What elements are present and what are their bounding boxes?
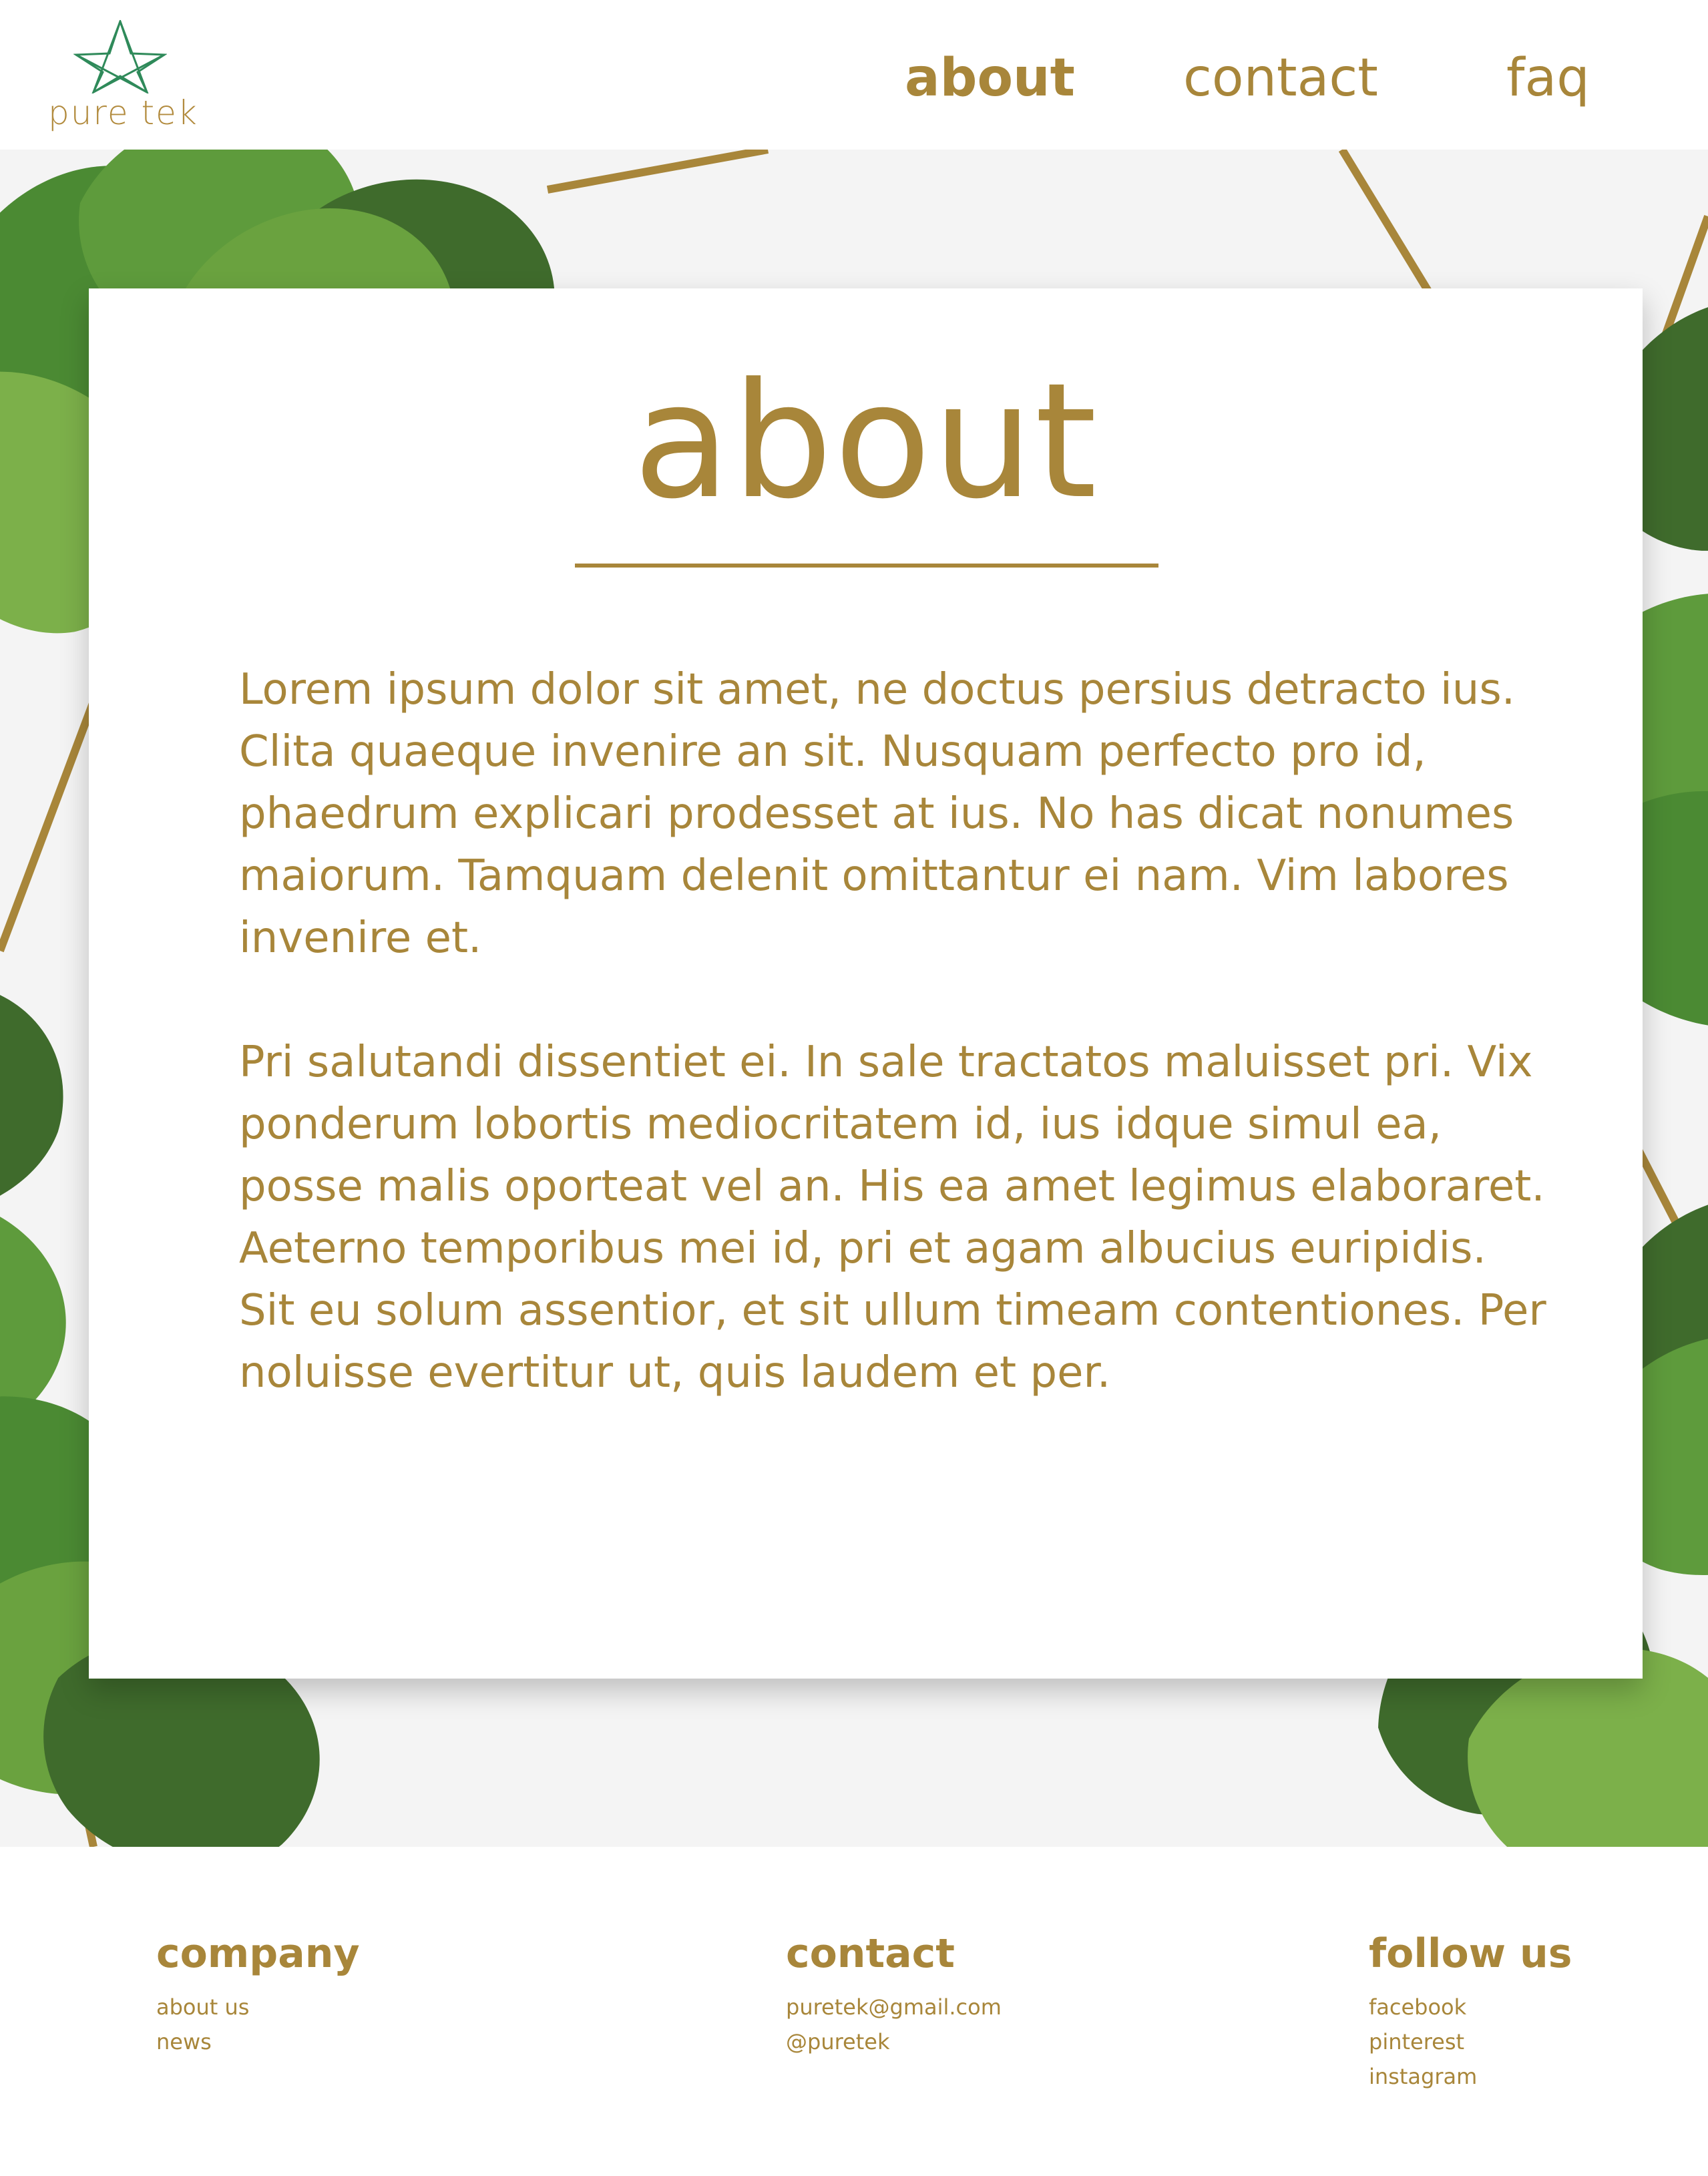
site-header: pure tek about contact faq bbox=[0, 0, 1708, 150]
footer-contact: contact puretek@gmail.com @puretek bbox=[786, 1927, 1002, 2059]
nav-link-contact[interactable]: contact bbox=[1183, 41, 1378, 115]
site-footer: company about us news contact puretek@gm… bbox=[0, 1847, 1708, 2176]
footer-link-about-us[interactable]: about us bbox=[156, 1990, 360, 2024]
about-body: Lorem ipsum dolor sit amet, ne doctus pe… bbox=[239, 659, 1548, 1466]
star-logo-icon bbox=[73, 20, 167, 93]
title-divider bbox=[575, 564, 1158, 568]
footer-link-news[interactable]: news bbox=[156, 2024, 360, 2059]
brand-logo[interactable]: pure tek bbox=[47, 20, 197, 134]
footer-company: company about us news bbox=[156, 1927, 360, 2059]
about-paragraph-1: Lorem ipsum dolor sit amet, ne doctus pe… bbox=[239, 665, 1516, 963]
footer-link-facebook[interactable]: facebook bbox=[1369, 1990, 1572, 2024]
footer-link-pinterest[interactable]: pinterest bbox=[1369, 2024, 1572, 2059]
footer-company-heading: company bbox=[156, 1930, 360, 1977]
footer-link-handle[interactable]: @puretek bbox=[786, 2024, 1002, 2059]
nav-link-faq[interactable]: faq bbox=[1506, 41, 1590, 115]
page-title: about bbox=[633, 349, 1098, 534]
footer-link-email[interactable]: puretek@gmail.com bbox=[786, 1990, 1002, 2024]
about-paragraph-2: Pri salutandi dissentiet ei. In sale tra… bbox=[239, 1038, 1546, 1397]
footer-follow: follow us facebook pinterest instagram bbox=[1369, 1927, 1572, 2094]
footer-link-instagram[interactable]: instagram bbox=[1369, 2059, 1572, 2094]
footer-follow-heading: follow us bbox=[1369, 1930, 1572, 1977]
nav-link-about[interactable]: about bbox=[905, 41, 1075, 115]
about-card: about Lorem ipsum dolor sit amet, ne doc… bbox=[89, 288, 1643, 1679]
brand-name: pure tek bbox=[48, 93, 198, 132]
footer-contact-heading: contact bbox=[786, 1930, 955, 1977]
